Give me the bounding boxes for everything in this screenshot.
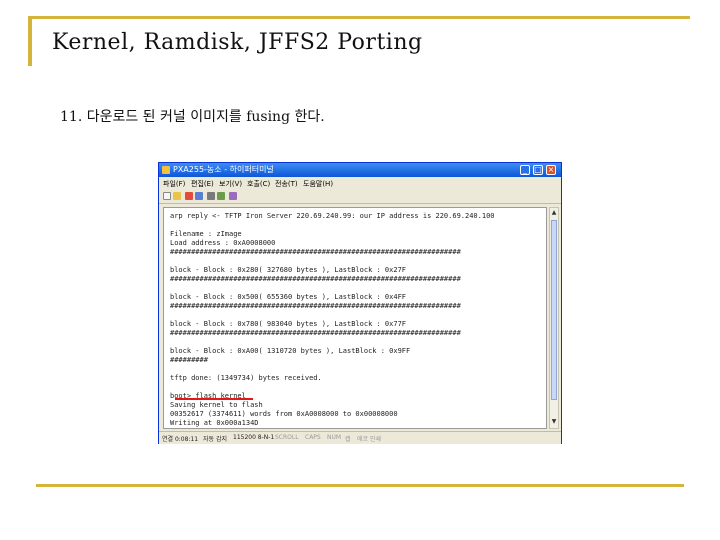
terminal-line: ######### xyxy=(170,356,208,364)
app-icon xyxy=(162,166,170,174)
terminal-line: arp reply <- TFTP Iron Server 220.69.240… xyxy=(170,212,495,220)
terminal-line: Writing at 0x000a134D xyxy=(170,419,259,427)
status-capture: 캡 xyxy=(345,436,351,443)
send-icon[interactable] xyxy=(207,192,215,200)
menu-call[interactable]: 호출(C) xyxy=(247,179,270,189)
new-icon[interactable] xyxy=(163,192,171,200)
terminal-line: ########################################… xyxy=(170,248,461,256)
menu-view[interactable]: 보기(V) xyxy=(219,179,242,189)
minimize-icon[interactable]: _ xyxy=(520,165,530,175)
terminal-line: ########################################… xyxy=(170,275,461,283)
terminal-output[interactable]: arp reply <- TFTP Iron Server 220.69.240… xyxy=(163,207,547,429)
slide-bottom-rule xyxy=(36,484,684,487)
menu-bar: 파일(F) 편집(E) 보기(V) 호출(C) 전송(T) 도움말(H) xyxy=(159,177,561,189)
window-title: PXA255-농소 - 하이퍼터미널 xyxy=(173,165,274,174)
terminal-line: block - Block : 0x500( 655360 bytes ), L… xyxy=(170,293,407,301)
close-icon[interactable]: × xyxy=(546,165,556,175)
status-bar: 연결 0:08:11 자동 감지 115200 8-N-1 SCROLL CAP… xyxy=(159,431,561,444)
toolbar xyxy=(159,189,561,204)
window-titlebar[interactable]: PXA255-농소 - 하이퍼터미널 _ □ × xyxy=(159,163,561,177)
status-caps: CAPS xyxy=(305,434,321,441)
scroll-up-icon[interactable]: ▲ xyxy=(551,209,557,217)
status-num: NUM xyxy=(327,434,342,441)
menu-file[interactable]: 파일(F) xyxy=(163,179,185,189)
slide-subtitle: 11. 다운로드 된 커널 이미지를 fusing 한다. xyxy=(60,109,325,125)
disconnect-icon[interactable] xyxy=(195,192,203,200)
slide-left-rule xyxy=(28,16,32,66)
terminal-line: ########################################… xyxy=(170,329,461,337)
terminal-line: Saving kernel to flash xyxy=(170,401,263,409)
terminal-line: Filename : zImage xyxy=(170,230,242,238)
open-icon[interactable] xyxy=(173,192,181,200)
hyperterminal-window: PXA255-농소 - 하이퍼터미널 _ □ × 파일(F) 편집(E) 보기(… xyxy=(158,162,562,444)
menu-help[interactable]: 도움말(H) xyxy=(303,179,333,189)
scroll-thumb[interactable] xyxy=(551,220,557,400)
status-detect: 자동 감지 xyxy=(203,436,227,443)
terminal-line: Load address : 0xA0008000 xyxy=(170,239,276,247)
terminal-line: block - Block : 0xA00( 1310720 bytes ), … xyxy=(170,347,411,355)
menu-transfer[interactable]: 전송(T) xyxy=(275,179,298,189)
terminal-line: block - Block : 0x780( 983040 bytes ), L… xyxy=(170,320,407,328)
terminal-line: ########################################… xyxy=(170,302,461,310)
properties-icon[interactable] xyxy=(229,192,237,200)
receive-icon[interactable] xyxy=(217,192,225,200)
slide-top-rule xyxy=(28,16,690,19)
status-scroll: SCROLL xyxy=(275,434,299,441)
status-connect-time: 연결 0:08:11 xyxy=(162,436,199,443)
terminal-line: 00352617 (3374611) words from 0xA0008000… xyxy=(170,410,398,418)
connect-icon[interactable] xyxy=(185,192,193,200)
slide-title: Kernel, Ramdisk, JFFS2 Porting xyxy=(52,30,423,55)
terminal-line: block - Block : 0x280( 327680 bytes ), L… xyxy=(170,266,407,274)
maximize-icon[interactable]: □ xyxy=(533,165,543,175)
scroll-down-icon[interactable]: ▼ xyxy=(551,418,557,426)
red-underline-marker xyxy=(175,398,253,400)
terminal-line: tftp done: (1349734) bytes received. xyxy=(170,374,322,382)
status-baud: 115200 8-N-1 xyxy=(233,434,275,441)
vertical-scrollbar[interactable]: ▲ ▼ xyxy=(549,207,559,429)
status-echo: 에코 인쇄 xyxy=(357,436,381,443)
menu-edit[interactable]: 편집(E) xyxy=(191,179,214,189)
